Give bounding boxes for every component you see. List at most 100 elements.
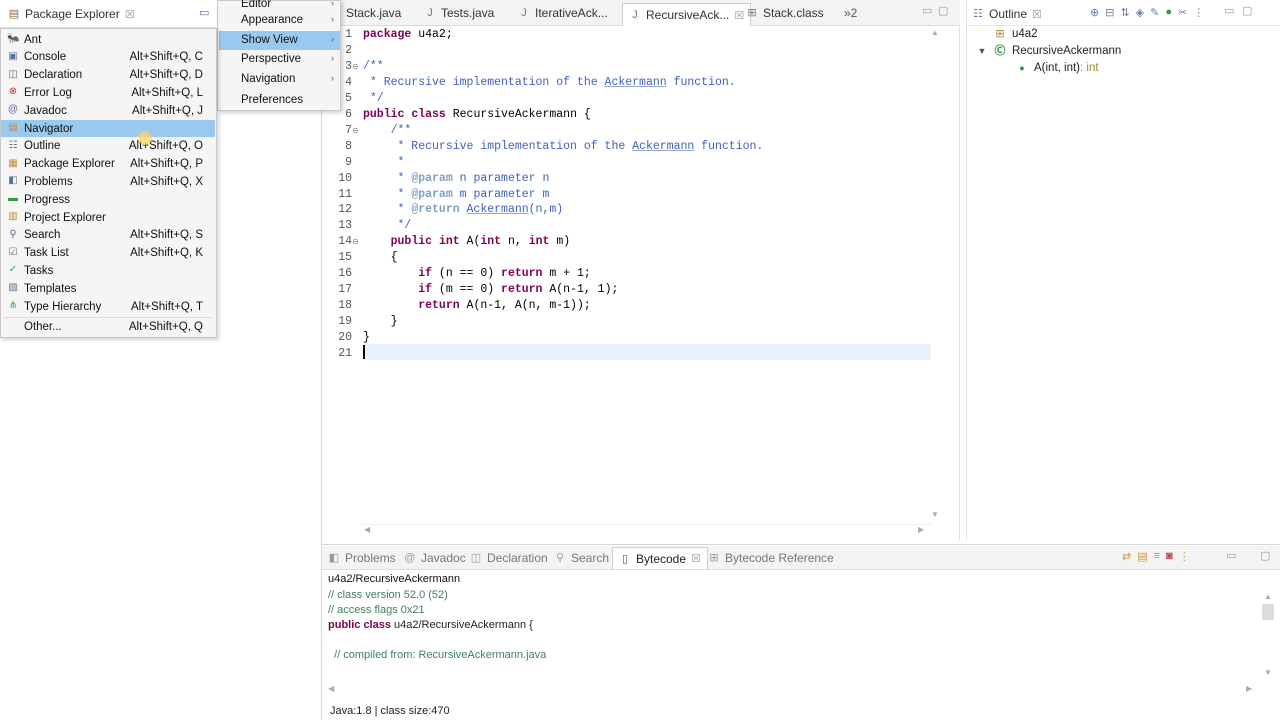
- code-line[interactable]: package u4a2;: [363, 28, 453, 41]
- menu-item-javadoc[interactable]: @ Javadoc Alt+Shift+Q, J: [1, 102, 215, 119]
- outline-item[interactable]: ⊞ u4a2: [994, 28, 1037, 40]
- scrollbar-thumb[interactable]: [1262, 604, 1274, 620]
- bytecode-vertical-scrollbar[interactable]: ▲ ▼: [1262, 592, 1274, 677]
- outline-item[interactable]: ● A(int, int) : int: [1016, 62, 1098, 74]
- code-line[interactable]: public int A(int n, int m): [363, 235, 571, 248]
- collapse-all-icon[interactable]: ⊟: [1105, 6, 1114, 19]
- code-line[interactable]: public class RecursiveAckermann {: [363, 108, 591, 121]
- menu-item-console[interactable]: ▣ Console Alt+Shift+Q, C: [1, 49, 215, 66]
- menu-item-navigator[interactable]: ▤ Navigator: [1, 120, 215, 137]
- chevron-down-icon[interactable]: ▼: [976, 45, 988, 57]
- maximize-icon[interactable]: ▢: [938, 4, 948, 17]
- code-line[interactable]: return A(n-1, A(n, m-1));: [363, 299, 591, 312]
- sort-icon[interactable]: ⇅: [1120, 6, 1129, 19]
- hide-static-icon[interactable]: ✎: [1150, 6, 1159, 19]
- menu-item-appearance[interactable]: Appearance ›: [219, 11, 340, 30]
- scroll-right-icon[interactable]: ▶: [918, 525, 924, 534]
- tab-outline[interactable]: ☷ Outline ☒: [972, 4, 1042, 24]
- outline-item[interactable]: ▼ Ⓒ RecursiveAckermann: [976, 45, 1122, 57]
- code-line[interactable]: * Recursive implementation of the Ackerm…: [363, 140, 764, 153]
- code-line[interactable]: * @return Ackermann(n,m): [363, 203, 564, 216]
- fold-collapse-icon[interactable]: ⊖: [352, 237, 359, 246]
- editor-tab[interactable]: ⊞ Stack.class: [746, 3, 823, 23]
- menu-item-task-list[interactable]: ☑ Task List Alt+Shift+Q, K: [1, 245, 215, 262]
- menu-item-declaration[interactable]: ◫ Declaration Alt+Shift+Q, D: [1, 67, 215, 84]
- code-line[interactable]: */: [363, 219, 412, 232]
- hide-fields-icon[interactable]: ◈: [1136, 6, 1144, 19]
- code-line[interactable]: }: [363, 315, 398, 328]
- code-line[interactable]: {: [363, 251, 398, 264]
- view-menu-icon[interactable]: ⋮: [1193, 6, 1204, 19]
- scroll-down-icon[interactable]: ▼: [1264, 668, 1272, 677]
- scroll-right-icon[interactable]: ▶: [1246, 684, 1252, 693]
- focus-icon[interactable]: ⊕: [1090, 6, 1099, 19]
- tab-bytecode[interactable]: ▯ Bytecode ☒: [612, 547, 708, 569]
- scroll-down-icon[interactable]: ▼: [931, 510, 939, 519]
- minimize-icon[interactable]: ▭: [1226, 549, 1236, 562]
- raw-bytecode-icon[interactable]: ≡: [1154, 550, 1160, 563]
- minimize-icon[interactable]: ▭: [922, 4, 932, 17]
- editor-tab[interactable]: Stack.java: [346, 3, 401, 23]
- editor-tab-active[interactable]: J RecursiveAck... ☒: [622, 3, 752, 26]
- scroll-up-icon[interactable]: ▲: [931, 28, 939, 37]
- fold-collapse-icon[interactable]: ⊖: [352, 126, 359, 135]
- menu-item-type-hierarchy[interactable]: ⋔ Type Hierarchy Alt+Shift+Q, T: [1, 298, 215, 315]
- code-line[interactable]: /**: [363, 60, 384, 73]
- vertical-scrollbar[interactable]: ▲ ▼: [931, 28, 945, 522]
- menu-item-show-view[interactable]: Show View ›: [219, 31, 340, 50]
- bytecode-horizontal-scrollbar[interactable]: ◀ ▶: [326, 684, 1258, 696]
- tab-search[interactable]: ⚲ Search: [554, 548, 609, 568]
- more-tabs-button[interactable]: »2: [844, 3, 857, 23]
- code-line[interactable]: if (n == 0) return m + 1;: [363, 267, 591, 280]
- code-line[interactable]: * @param m parameter m: [363, 188, 550, 201]
- minimize-icon[interactable]: ▭: [1224, 4, 1234, 17]
- show-selected-only-icon[interactable]: ▤: [1137, 550, 1147, 563]
- view-menu-icon[interactable]: ⋮: [1179, 550, 1190, 563]
- menu-item-error-log[interactable]: ⊗ Error Log Alt+Shift+Q, L: [1, 84, 215, 101]
- menu-item-navigation[interactable]: Navigation ›: [219, 70, 340, 89]
- menu-item-project-explorer[interactable]: ▥ Project Explorer: [1, 209, 215, 226]
- code-line[interactable]: */: [363, 92, 384, 105]
- minimize-icon[interactable]: ▭: [199, 6, 209, 19]
- tab-package-explorer[interactable]: ▤ Package Explorer ☒: [8, 4, 135, 24]
- current-line-highlight: [363, 344, 931, 360]
- editor-tab[interactable]: J Tests.java: [424, 3, 494, 23]
- scroll-left-icon[interactable]: ◀: [328, 684, 334, 693]
- hide-local-types-icon[interactable]: ✂: [1178, 6, 1187, 19]
- code-line[interactable]: * Recursive implementation of the Ackerm…: [363, 76, 736, 89]
- show-analyzer-icon[interactable]: ◙: [1166, 550, 1173, 563]
- tab-declaration[interactable]: ◫ Declaration: [470, 548, 548, 568]
- maximize-icon[interactable]: ▢: [1260, 549, 1270, 562]
- menu-item-package-explorer[interactable]: ▦ Package Explorer Alt+Shift+Q, P: [1, 156, 215, 173]
- close-icon[interactable]: ☒: [1032, 8, 1042, 21]
- code-line[interactable]: if (m == 0) return A(n-1, 1);: [363, 283, 618, 296]
- editor-tab[interactable]: J IterativeAck...: [518, 3, 607, 23]
- code-line[interactable]: *: [363, 156, 405, 169]
- menu-item-other[interactable]: Other... Alt+Shift+Q, Q: [1, 319, 215, 336]
- menu-item-search[interactable]: ⚲ Search Alt+Shift+Q, S: [1, 227, 215, 244]
- menu-item-progress[interactable]: ▬ Progress: [1, 191, 215, 208]
- tab-problems[interactable]: ◧ Problems: [328, 548, 396, 568]
- menu-item-outline[interactable]: ☷ Outline Alt+Shift+Q, O: [1, 138, 215, 155]
- menu-item-templates[interactable]: ▧ Templates: [1, 280, 215, 297]
- link-with-editor-icon[interactable]: ⇄: [1122, 550, 1131, 563]
- menu-item-preferences[interactable]: Preferences: [219, 91, 340, 110]
- close-icon[interactable]: ☒: [734, 9, 744, 22]
- menu-item-perspective[interactable]: Perspective ›: [219, 50, 340, 69]
- tab-javadoc[interactable]: @ Javadoc: [404, 548, 465, 568]
- close-icon[interactable]: ☒: [125, 8, 135, 21]
- menu-item-problems[interactable]: ◧ Problems Alt+Shift+Q, X: [1, 173, 215, 190]
- tab-bytecode-reference[interactable]: ⊞ Bytecode Reference: [708, 548, 833, 568]
- maximize-icon[interactable]: ▢: [1242, 4, 1252, 17]
- menu-item-ant[interactable]: 🐜 Ant: [1, 31, 215, 48]
- menu-item-tasks[interactable]: ✓ Tasks: [1, 262, 215, 279]
- code-line[interactable]: * @param n parameter n: [363, 172, 550, 185]
- scroll-left-icon[interactable]: ◀: [364, 525, 370, 534]
- close-icon[interactable]: ☒: [691, 552, 701, 565]
- fold-collapse-icon[interactable]: ⊖: [352, 62, 359, 71]
- code-line[interactable]: }: [363, 331, 370, 344]
- horizontal-scrollbar[interactable]: ◀ ▶: [362, 524, 932, 536]
- hide-nonpublic-icon[interactable]: ●: [1165, 6, 1172, 19]
- code-line[interactable]: /**: [363, 124, 412, 137]
- scroll-up-icon[interactable]: ▲: [1264, 592, 1272, 601]
